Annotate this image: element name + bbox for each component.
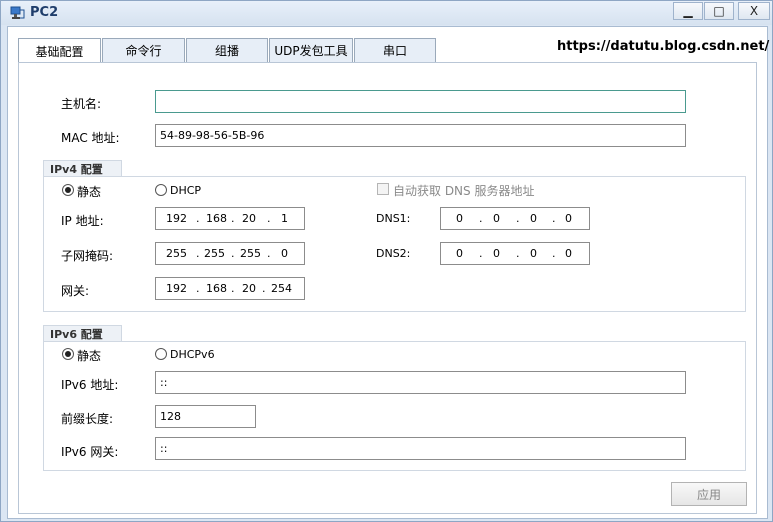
dns1-field[interactable]: 0 . 0 . 0 . 0 (440, 207, 590, 230)
gateway-label: 网关: (61, 284, 90, 298)
minimize-icon: ▁ (683, 4, 693, 18)
tab-multicast[interactable]: 组播 (186, 38, 268, 62)
ip-octet: 0 (530, 247, 537, 260)
gateway-field[interactable]: 192 . 168 . 20 . 254 (155, 277, 305, 300)
ipv6-dhcp-radio[interactable] (155, 348, 167, 360)
ipv4-static-label: 静态 (77, 185, 102, 199)
ip-dot: . (196, 247, 200, 260)
ipv6-static-label: 静态 (77, 349, 102, 363)
ip-octet: 255 (204, 247, 225, 260)
ip-dot: . (552, 212, 556, 225)
ip-dot: . (479, 212, 483, 225)
auto-dns-checkbox[interactable] (377, 183, 389, 195)
ip-octet: 0 (565, 212, 572, 225)
ipv4-dhcp-radio[interactable] (155, 184, 167, 196)
pc-app-icon (10, 6, 25, 19)
watermark-url: https://datutu.blog.csdn.net/ (557, 39, 770, 54)
ip-dot: . (552, 247, 556, 260)
ip-octet: 0 (565, 247, 572, 260)
prefix-length-label: 前缀长度: (61, 412, 114, 426)
minimize-button[interactable]: ▁ (673, 2, 703, 20)
ip-octet: 1 (281, 212, 288, 225)
ip-dot: . (231, 282, 235, 295)
ip-octet: 0 (456, 212, 463, 225)
ipv4-dhcp-label: DHCP (170, 184, 202, 197)
subnet-mask-field[interactable]: 255 . 255 . 255 . 0 (155, 242, 305, 265)
ipv6-static-radio[interactable] (62, 348, 74, 360)
ipv6-dhcp-label: DHCPv6 (170, 348, 215, 361)
ip-octet: 0 (281, 247, 288, 260)
client-area: 基础配置 命令行 组播 UDP发包工具 串口 https://datutu.bl… (7, 26, 770, 519)
ip-octet: 20 (242, 212, 256, 225)
dns2-label: DNS2: (376, 247, 411, 260)
ip-dot: . (262, 282, 266, 295)
close-button[interactable]: X (738, 2, 770, 20)
ipv6-gateway-field[interactable]: :: (155, 437, 686, 460)
tab-command-line[interactable]: 命令行 (102, 38, 185, 62)
ipv4-static-radio[interactable] (62, 184, 74, 196)
ip-octet: 255 (240, 247, 261, 260)
apply-button[interactable]: 应用 (671, 482, 747, 506)
maximize-button[interactable]: □ (704, 2, 734, 20)
ip-dot: . (196, 212, 200, 225)
ip-dot: . (267, 212, 271, 225)
ip-octet: 20 (242, 282, 256, 295)
pc-config-window: PC2 ▁ □ X 基础配置 命令行 组播 UDP发包工具 串口 https:/… (0, 0, 773, 522)
ipv6-group-title: IPv6 配置 (43, 325, 122, 341)
hostname-label: 主机名: (61, 97, 102, 111)
maximize-icon: □ (713, 4, 725, 18)
ip-dot: . (231, 247, 235, 260)
ip-octet: 168 (206, 282, 227, 295)
ip-address-field[interactable]: 192 . 168 . 20 . 1 (155, 207, 305, 230)
title-bar[interactable]: PC2 ▁ □ X (1, 1, 772, 25)
dns2-field[interactable]: 0 . 0 . 0 . 0 (440, 242, 590, 265)
ipv6-address-label: IPv6 地址: (61, 378, 119, 392)
ip-octet: 192 (166, 212, 187, 225)
close-icon: X (749, 4, 759, 18)
basic-config-panel: 主机名: MAC 地址: 54-89-98-56-5B-96 IPv4 配置 静… (18, 62, 757, 514)
mac-label: MAC 地址: (61, 131, 120, 145)
ip-dot: . (196, 282, 200, 295)
ip-dot: . (516, 212, 520, 225)
ip-octet: 0 (493, 247, 500, 260)
ipv6-gateway-label: IPv6 网关: (61, 445, 119, 459)
ipv4-group-title: IPv4 配置 (43, 160, 122, 176)
ip-octet: 0 (493, 212, 500, 225)
ipv6-address-field[interactable]: :: (155, 371, 686, 394)
ip-octet: 255 (166, 247, 187, 260)
ip-address-label: IP 地址: (61, 214, 104, 228)
ip-dot: . (267, 247, 271, 260)
dns1-label: DNS1: (376, 212, 411, 225)
ip-dot: . (516, 247, 520, 260)
ip-octet: 168 (206, 212, 227, 225)
ip-octet: 0 (530, 212, 537, 225)
tab-serial-port[interactable]: 串口 (354, 38, 436, 62)
auto-dns-label: 自动获取 DNS 服务器地址 (393, 184, 535, 198)
ip-dot: . (479, 247, 483, 260)
ip-dot: . (231, 212, 235, 225)
mac-address-field[interactable]: 54-89-98-56-5B-96 (155, 124, 686, 147)
tab-basic-config[interactable]: 基础配置 (18, 38, 101, 63)
ip-octet: 192 (166, 282, 187, 295)
tab-udp-tool[interactable]: UDP发包工具 (269, 38, 353, 62)
prefix-length-field[interactable]: 128 (155, 405, 256, 428)
hostname-input[interactable] (155, 90, 686, 113)
window-title: PC2 (30, 5, 59, 20)
ip-octet: 0 (456, 247, 463, 260)
subnet-mask-label: 子网掩码: (61, 249, 114, 263)
ip-octet: 254 (271, 282, 292, 295)
